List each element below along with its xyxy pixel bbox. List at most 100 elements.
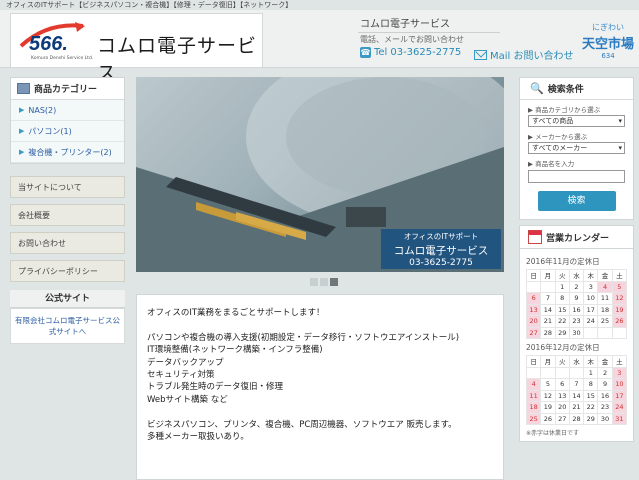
category-label: パソコン(1) [28, 126, 72, 136]
calendar-day: 19 [611, 303, 628, 316]
slide-indicators [310, 278, 338, 286]
calendar-day: 8 [583, 378, 599, 391]
name-input-label: ▶ 商品名を入力 [520, 154, 633, 168]
link-privacy[interactable]: プライバシーポリシー [10, 260, 125, 282]
calendar-day: 26 [540, 412, 556, 425]
calendar-day: 28 [540, 326, 556, 339]
calendar-icon [528, 230, 542, 244]
link-company[interactable]: 会社概要 [10, 204, 125, 226]
category-item-nas[interactable]: ▶ NAS(2) [11, 100, 124, 121]
calendar-day: 25 [525, 412, 542, 425]
calendar-table: 日月火水木金土 1 2 3 4 5 6 7 8 9 10 11 12 13 14 15 16 17 18 19 20 21… [525, 355, 628, 425]
official-site-link[interactable]: 有限会社コムロ電子サービス公式サイトへ [10, 308, 125, 344]
category-select[interactable]: すべての商品 [528, 115, 625, 127]
site-logo[interactable]: 566. Komuro Denshi Service Ltd. コムロ電子サービ… [10, 13, 263, 84]
header-divider [358, 32, 500, 33]
calendar-weekday: 土 [611, 269, 628, 282]
calendar-day: 14 [568, 389, 585, 402]
arrow-right-icon: ▶ [19, 148, 25, 156]
calendar-weekday: 土 [611, 355, 628, 368]
calendar-day: 5 [540, 378, 556, 391]
calendar-day: 25 [597, 315, 613, 328]
calendar-day: 26 [611, 315, 628, 328]
header-mail-link[interactable]: Mail お問い合わせ [474, 47, 574, 62]
calendar-day: 4 [597, 280, 613, 293]
slide-dot-active[interactable] [330, 278, 338, 286]
calendar-day: 19 [540, 401, 556, 414]
tel-label: Tel [374, 47, 388, 58]
calendar-day: 28 [568, 412, 585, 425]
calendar-day: 22 [554, 315, 570, 328]
hero-overlay-tel: 03-3625-2775 [409, 258, 473, 268]
calendar-day: 20 [525, 315, 542, 328]
category-panel: 商品カテゴリー ▶ NAS(2) ▶ パソコン(1) ▶ 複合機・プリンター(2) [10, 77, 125, 164]
hero-slideshow[interactable]: オフィスのITサポート コムロ電子サービス 03-3625-2775 [136, 77, 504, 272]
calendar-day: 15 [554, 303, 570, 316]
search-panel: 🔍 検索条件 ▶ 商品カテゴリから選ぶ すべての商品 ▶ メーカーから選ぶ すべ… [519, 77, 634, 220]
category-header: 商品カテゴリー [11, 78, 124, 100]
category-item-printer[interactable]: ▶ 複合機・プリンター(2) [11, 142, 124, 163]
calendar-weekday: 水 [568, 269, 585, 282]
content-line: データバックアップ [147, 357, 224, 368]
calendar-header: 営業カレンダー [519, 225, 634, 249]
slide-dot[interactable] [310, 278, 318, 286]
category-label: 複合機・プリンター(2) [28, 147, 112, 157]
calendar-day: 7 [540, 292, 556, 305]
content-line: ビジネスパソコン、プリンタ、複合機、PC周辺機器、ソフトウエア 販売します。 [147, 419, 457, 430]
right-sidebar: 🔍 検索条件 ▶ 商品カテゴリから選ぶ すべての商品 ▶ メーカーから選ぶ すべ… [519, 77, 634, 442]
calendar-day: 2 [568, 280, 585, 293]
calendar-day: 29 [583, 412, 599, 425]
tenku-line1: にぎわい [592, 23, 624, 32]
link-contact[interactable]: お問い合わせ [10, 232, 125, 254]
arrow-right-icon: ▶ [19, 127, 25, 135]
category-label: NAS(2) [28, 105, 57, 115]
calendar-day: 13 [554, 389, 570, 402]
mail-label: Mail お問い合わせ [490, 51, 574, 62]
calendar-weekday: 木 [583, 355, 599, 368]
calendar-day: 11 [597, 292, 613, 305]
tenku-ichiba-banner[interactable]: にぎわい 天空市場 634 [580, 22, 636, 60]
calendar-weekday: 火 [554, 355, 570, 368]
calendar-day: 8 [554, 292, 570, 305]
slide-dot[interactable] [320, 278, 328, 286]
calendar-day: 1 [554, 280, 570, 293]
calendar-day: 12 [611, 292, 628, 305]
hero-overlay: オフィスのITサポート コムロ電子サービス 03-3625-2775 [381, 229, 501, 269]
calendar-day: 22 [583, 401, 599, 414]
calendar-day: 1 [583, 366, 599, 379]
calendar-day: 16 [597, 389, 613, 402]
calendar-day [554, 366, 570, 379]
calendar-weekday: 月 [540, 269, 556, 282]
calendar-day: 6 [554, 378, 570, 391]
link-about-site[interactable]: 当サイトについて [10, 176, 125, 198]
calendar-day: 10 [611, 378, 628, 391]
calendar-weekday: 日 [525, 269, 542, 282]
search-header: 🔍 検索条件 [520, 78, 633, 100]
header-subtitle: 電話、メールでお問い合わせ [360, 35, 464, 44]
site-header: 566. Komuro Denshi Service Ltd. コムロ電子サービ… [0, 10, 639, 84]
phone-icon: ☎ [360, 47, 371, 58]
calendar-day: 9 [568, 292, 585, 305]
search-button[interactable]: 検索 [537, 191, 616, 211]
calendar-day: 15 [583, 389, 599, 402]
header-tel-link[interactable]: ☎ Tel 03-3625-2775 [360, 47, 461, 58]
calendar-body: 2016年11月の定休日日月火水木金土 1 2 3 4 5 6 7 8 9 10 11 12 13 14 15… [519, 249, 634, 442]
calendar-day: 9 [597, 378, 613, 391]
calendar-day: 17 [611, 389, 628, 402]
category-icon [17, 83, 30, 94]
name-input-label-text: 商品名を入力 [535, 160, 575, 168]
calendar-day: 23 [597, 401, 613, 414]
hero-overlay-top: オフィスのITサポート [403, 232, 479, 241]
maker-select[interactable]: すべてのメーカー [528, 142, 625, 154]
official-site-header: 公式サイト [10, 290, 125, 308]
calendar-day: 16 [568, 303, 585, 316]
calendar-day: 6 [525, 292, 542, 305]
search-icon: 🔍 [530, 82, 544, 95]
category-item-pc[interactable]: ▶ パソコン(1) [11, 121, 124, 142]
calendar-day: 31 [611, 412, 628, 425]
content-line: Webサイト構築 など [147, 394, 228, 405]
content-line: パソコンや複合機の導入支援(初期設定・データ移行・ソフトウエアインストール) [147, 332, 460, 343]
calendar-weekday: 水 [568, 355, 585, 368]
calendar-weekday: 日 [525, 355, 542, 368]
product-name-input[interactable] [528, 170, 625, 183]
